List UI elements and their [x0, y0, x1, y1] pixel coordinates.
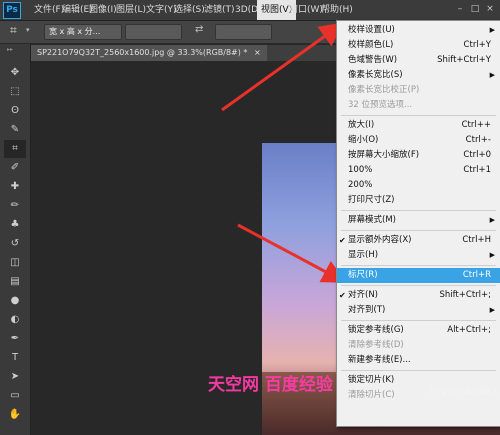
arrow-to-view-menu: [221, 22, 344, 112]
menu-item-label: 对齐(N): [348, 290, 378, 300]
menu-item-shortcut: Shift+Ctrl+Y: [437, 55, 491, 65]
menu-item-shortcut: Alt+Ctrl+;: [447, 325, 491, 335]
view-menu-item[interactable]: 标尺(R) Ctrl+R: [337, 268, 500, 283]
checkmark-icon: ✔: [339, 291, 346, 300]
view-menu-item[interactable]: 校样设置(U) ▶: [337, 23, 500, 38]
menu-item-label: 32 位预览选项...: [348, 100, 413, 110]
menu-item-label: 锁定切片(K): [348, 375, 395, 385]
menu-item-label: 缩小(O): [348, 135, 379, 145]
menu-item-shortcut: Shift+Ctrl+;: [439, 290, 491, 300]
view-menu-item[interactable]: 200%: [337, 178, 500, 193]
view-menu-item: 清除参考线(D): [337, 338, 500, 353]
view-menu-item[interactable]: 显示(H) ▶: [337, 248, 500, 263]
submenu-arrow-icon: ▶: [489, 306, 495, 314]
menu-separator: [341, 285, 496, 286]
view-menu-item[interactable]: 色域警告(W) Shift+Ctrl+Y: [337, 53, 500, 68]
menu-item-label: 标尺(R): [348, 270, 378, 280]
menu-item-shortcut: Ctrl+R: [462, 270, 491, 280]
view-menu-item[interactable]: 屏幕模式(M) ▶: [337, 213, 500, 228]
view-menu-item[interactable]: 100% Ctrl+1: [337, 163, 500, 178]
menu-separator: [341, 115, 496, 116]
watermark-text: 天空网 百度经验: [208, 375, 333, 395]
view-menu-item[interactable]: 对齐到(T) ▶: [337, 303, 500, 318]
menu-item-label: 显示(H): [348, 250, 379, 260]
watermark-subtext: jingyan.baidu.com: [430, 386, 500, 396]
view-menu-item[interactable]: ✔ 显示额外内容(X) Ctrl+H: [337, 233, 500, 248]
submenu-arrow-icon: ▶: [489, 216, 495, 224]
view-menu-item[interactable]: 新建参考线(E)...: [337, 353, 500, 368]
menu-item-shortcut: Ctrl+0: [463, 150, 491, 160]
menu-separator: [341, 230, 496, 231]
menu-item-label: 放大(I): [348, 120, 375, 130]
menu-separator: [341, 370, 496, 371]
view-menu-item: 像素长宽比校正(P): [337, 83, 500, 98]
menu-item-label: 屏幕模式(M): [348, 215, 396, 225]
menu-item-shortcut: Ctrl++: [461, 120, 491, 130]
menu-item-label: 200%: [348, 180, 373, 190]
menu-item-label: 打印尺寸(Z): [348, 195, 395, 205]
view-menu-item[interactable]: 缩小(O) Ctrl+-: [337, 133, 500, 148]
submenu-arrow-icon: ▶: [489, 71, 495, 79]
checkmark-icon: ✔: [339, 236, 346, 245]
menu-item-label: 校样颜色(L): [348, 40, 394, 50]
menu-separator: [341, 320, 496, 321]
menu-item-shortcut: Ctrl+H: [462, 235, 491, 245]
submenu-arrow-icon: ▶: [489, 26, 495, 34]
menu-item-label: 校样设置(U): [348, 25, 395, 35]
view-menu-item[interactable]: 放大(I) Ctrl++: [337, 118, 500, 133]
menu-item-shortcut: Ctrl+1: [463, 165, 491, 175]
menu-item-label: 按屏幕大小缩放(F): [348, 150, 420, 160]
menu-item-label: 显示额外内容(X): [348, 235, 412, 245]
view-menu-item[interactable]: 校样颜色(L) Ctrl+Y: [337, 38, 500, 53]
menu-item-label: 像素长宽比(S): [348, 70, 403, 80]
menu-separator: [341, 210, 496, 211]
view-menu-item[interactable]: 锁定参考线(G) Alt+Ctrl+;: [337, 323, 500, 338]
arrow-to-ruler-item: [237, 223, 347, 283]
menu-item-label: 像素长宽比校正(P): [348, 85, 420, 95]
menu-item-label: 清除参考线(D): [348, 340, 404, 350]
menu-item-label: 色域警告(W): [348, 55, 398, 65]
view-menu-item[interactable]: 打印尺寸(Z): [337, 193, 500, 208]
menu-item-label: 100%: [348, 165, 373, 175]
menu-item-label: 对齐到(T): [348, 305, 386, 315]
menu-separator: [341, 265, 496, 266]
view-menu: 校样设置(U) ▶ 校样颜色(L) Ctrl+Y 色域警告(W) Shift+Ctrl+Y…: [336, 20, 500, 427]
submenu-arrow-icon: ▶: [489, 251, 495, 259]
menu-item-shortcut: Ctrl+Y: [463, 40, 491, 50]
view-menu-item[interactable]: 像素长宽比(S) ▶: [337, 68, 500, 83]
menu-item-label: 锁定参考线(G): [348, 325, 404, 335]
menu-item-shortcut: Ctrl+-: [465, 135, 491, 145]
view-menu-item[interactable]: 按屏幕大小缩放(F) Ctrl+0: [337, 148, 500, 163]
menu-item-label: 新建参考线(E)...: [348, 355, 411, 365]
view-menu-item: 32 位预览选项...: [337, 98, 500, 113]
view-menu-item[interactable]: ✔ 对齐(N) Shift+Ctrl+;: [337, 288, 500, 303]
menu-item-label: 清除切片(C): [348, 390, 395, 400]
